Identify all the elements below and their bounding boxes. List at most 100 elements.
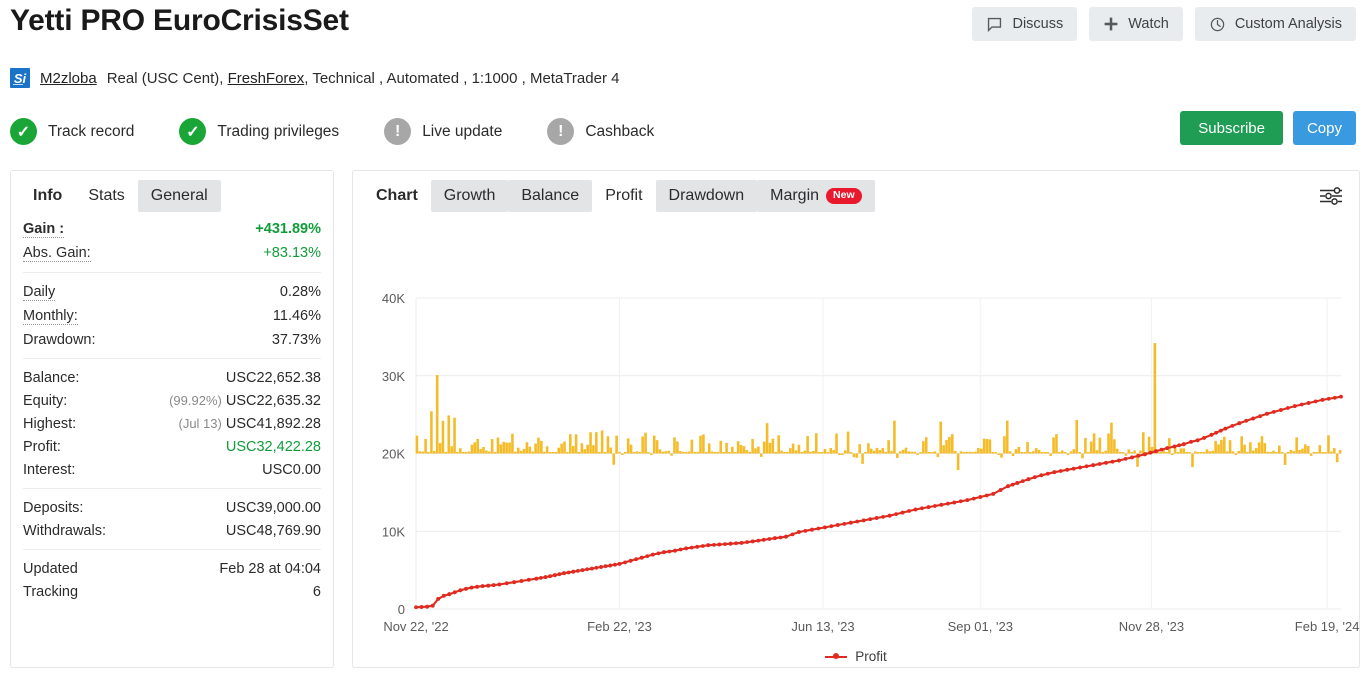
status-cashback[interactable]: ! Cashback xyxy=(547,118,654,145)
row-key: Equity: xyxy=(23,392,68,409)
row-value: USC41,892.28 xyxy=(225,415,321,432)
chart-legend: Profit xyxy=(353,649,1359,664)
chart-area[interactable]: 0 10K 20K 30K 40K Nov 22, '22 Feb 22, '23 Jun 1… xyxy=(353,217,1360,667)
discuss-label: Discuss xyxy=(1012,16,1064,32)
row-value: +83.13% xyxy=(263,244,321,261)
svg-text:Nov 28, '23: Nov 28, '23 xyxy=(1119,619,1184,634)
tab-margin[interactable]: Margin New xyxy=(757,180,875,212)
profile-page: Yetti PRO EuroCrisisSet Discuss Watch Cu… xyxy=(0,0,1370,696)
row-value: USC48,769.90 xyxy=(225,522,321,539)
row-value: 6 xyxy=(312,583,321,600)
info-panel: Info Stats General Gain : +431.89% Abs. … xyxy=(10,170,334,668)
tab-profit[interactable]: Profit xyxy=(592,180,655,212)
tab-balance[interactable]: Balance xyxy=(508,180,593,212)
row-value: USC32,422.28 xyxy=(225,438,321,455)
row-key: Daily xyxy=(23,283,56,301)
watch-button[interactable]: Watch xyxy=(1089,7,1183,41)
svg-text:20K: 20K xyxy=(382,447,405,462)
row-key: Abs. Gain: xyxy=(23,244,91,262)
page-title: Yetti PRO EuroCrisisSet xyxy=(10,4,349,37)
broker-link[interactable]: FreshForex xyxy=(228,70,305,87)
tab-general[interactable]: General xyxy=(137,180,221,212)
tab-chart[interactable]: Chart xyxy=(363,180,431,212)
discuss-button[interactable]: Discuss xyxy=(972,7,1078,41)
custom-analysis-button[interactable]: Custom Analysis xyxy=(1194,7,1356,41)
info-row-withdrawals: Withdrawals: USC48,769.90 xyxy=(23,519,321,542)
cta-buttons: Subscribe Copy xyxy=(1180,111,1356,145)
status-label: Trading privileges xyxy=(217,122,340,140)
exclamation-circle-icon: ! xyxy=(384,118,412,145)
check-circle-icon: ✓ xyxy=(179,118,207,145)
row-key: Drawdown: xyxy=(23,331,96,348)
row-key: Tracking xyxy=(23,583,79,600)
row-key: Updated xyxy=(23,560,78,577)
plus-icon xyxy=(1103,16,1119,32)
row-value: 11.46% xyxy=(272,307,321,324)
row-value: USC39,000.00 xyxy=(225,499,321,516)
row-value: USC0.00 xyxy=(262,461,321,478)
info-row-daily: Daily 0.28% xyxy=(23,280,321,304)
divider xyxy=(23,488,321,489)
account-info-line: Si M2zloba Real (USC Cent), FreshForex ,… xyxy=(10,68,619,88)
info-rows: Gain : +431.89% Abs. Gain: +83.13% Daily… xyxy=(11,217,333,603)
exclamation-circle-icon: ! xyxy=(547,118,575,145)
row-key: Balance: xyxy=(23,369,80,386)
svg-text:Sep 01, '23: Sep 01, '23 xyxy=(948,619,1013,634)
row-value-prefix: (99.92%) xyxy=(169,392,222,408)
tab-growth[interactable]: Growth xyxy=(430,180,509,212)
svg-text:Feb 19, '24: Feb 19, '24 xyxy=(1295,619,1359,634)
info-row-updated: Updated Feb 28 at 04:04 xyxy=(23,557,321,580)
comment-icon xyxy=(986,16,1003,33)
account-details: , Technical , Automated , 1:1000 , MetaT… xyxy=(304,69,620,87)
svg-text:Jun 13, '23: Jun 13, '23 xyxy=(791,619,854,634)
custom-analysis-label: Custom Analysis xyxy=(1234,16,1342,32)
row-value-prefix: (Jul 13) xyxy=(178,415,222,431)
account-username-link[interactable]: M2zloba xyxy=(40,70,97,87)
subscribe-button[interactable]: Subscribe xyxy=(1180,111,1283,145)
divider xyxy=(23,272,321,273)
divider xyxy=(23,549,321,550)
info-row-interest: Interest: USC0.00 xyxy=(23,458,321,481)
tab-stats[interactable]: Stats xyxy=(75,180,137,212)
row-key: Interest: xyxy=(23,461,76,478)
row-value: 0.28% xyxy=(279,283,321,300)
clock-icon xyxy=(1209,16,1226,33)
status-badges: ✓ Track record ✓ Trading privileges ! Li… xyxy=(10,118,699,145)
status-live-update[interactable]: ! Live update xyxy=(384,118,502,145)
status-label: Live update xyxy=(422,122,503,140)
row-key: Deposits: xyxy=(23,499,84,516)
info-row-profit: Profit: USC32,422.28 xyxy=(23,435,321,458)
info-row-highest: Highest: (Jul 13) USC41,892.28 xyxy=(23,412,321,435)
row-value-wrap: (Jul 13) USC41,892.28 xyxy=(178,416,321,432)
chart-tabbar: Chart Growth Balance Profit Drawdown Mar… xyxy=(353,171,1359,217)
tab-margin-label: Margin xyxy=(770,187,820,204)
watch-label: Watch xyxy=(1128,16,1169,32)
status-label: Cashback xyxy=(585,122,655,140)
row-value: USC22,652.38 xyxy=(225,369,321,386)
legend-marker-profit xyxy=(825,652,848,662)
svg-text:40K: 40K xyxy=(382,291,405,306)
status-trading-privileges[interactable]: ✓ Trading privileges xyxy=(179,118,339,145)
info-row-equity: Equity: (99.92%) USC22,635.32 xyxy=(23,389,321,412)
copy-button[interactable]: Copy xyxy=(1292,111,1356,145)
svg-text:30K: 30K xyxy=(382,369,405,384)
row-value: 37.73% xyxy=(271,331,321,348)
account-type: Real (USC Cent), xyxy=(106,69,224,87)
row-value: USC22,635.32 xyxy=(225,392,321,409)
info-row-abs-gain: Abs. Gain: +83.13% xyxy=(23,241,321,265)
info-tabbar: Info Stats General xyxy=(11,171,333,217)
sliders-icon[interactable] xyxy=(1317,184,1345,213)
info-row-tracking: Tracking 6 xyxy=(23,580,321,603)
header-actions: Discuss Watch Custom Analysis xyxy=(972,7,1356,41)
svg-text:Feb 22, '23: Feb 22, '23 xyxy=(587,619,652,634)
svg-text:10K: 10K xyxy=(382,524,405,539)
info-row-gain: Gain : +431.89% xyxy=(23,217,321,241)
svg-text:0: 0 xyxy=(398,602,405,617)
status-track-record[interactable]: ✓ Track record xyxy=(10,118,134,145)
row-key: Gain : xyxy=(23,220,65,238)
profit-chart[interactable]: 0 10K 20K 30K 40K Nov 22, '22 Feb 22, '23 Jun 1… xyxy=(353,217,1360,647)
tab-info[interactable]: Info xyxy=(20,180,75,212)
row-value-wrap: (99.92%) USC22,635.32 xyxy=(169,393,321,409)
broker-logo-icon: Si xyxy=(10,68,30,88)
tab-drawdown[interactable]: Drawdown xyxy=(655,180,758,212)
